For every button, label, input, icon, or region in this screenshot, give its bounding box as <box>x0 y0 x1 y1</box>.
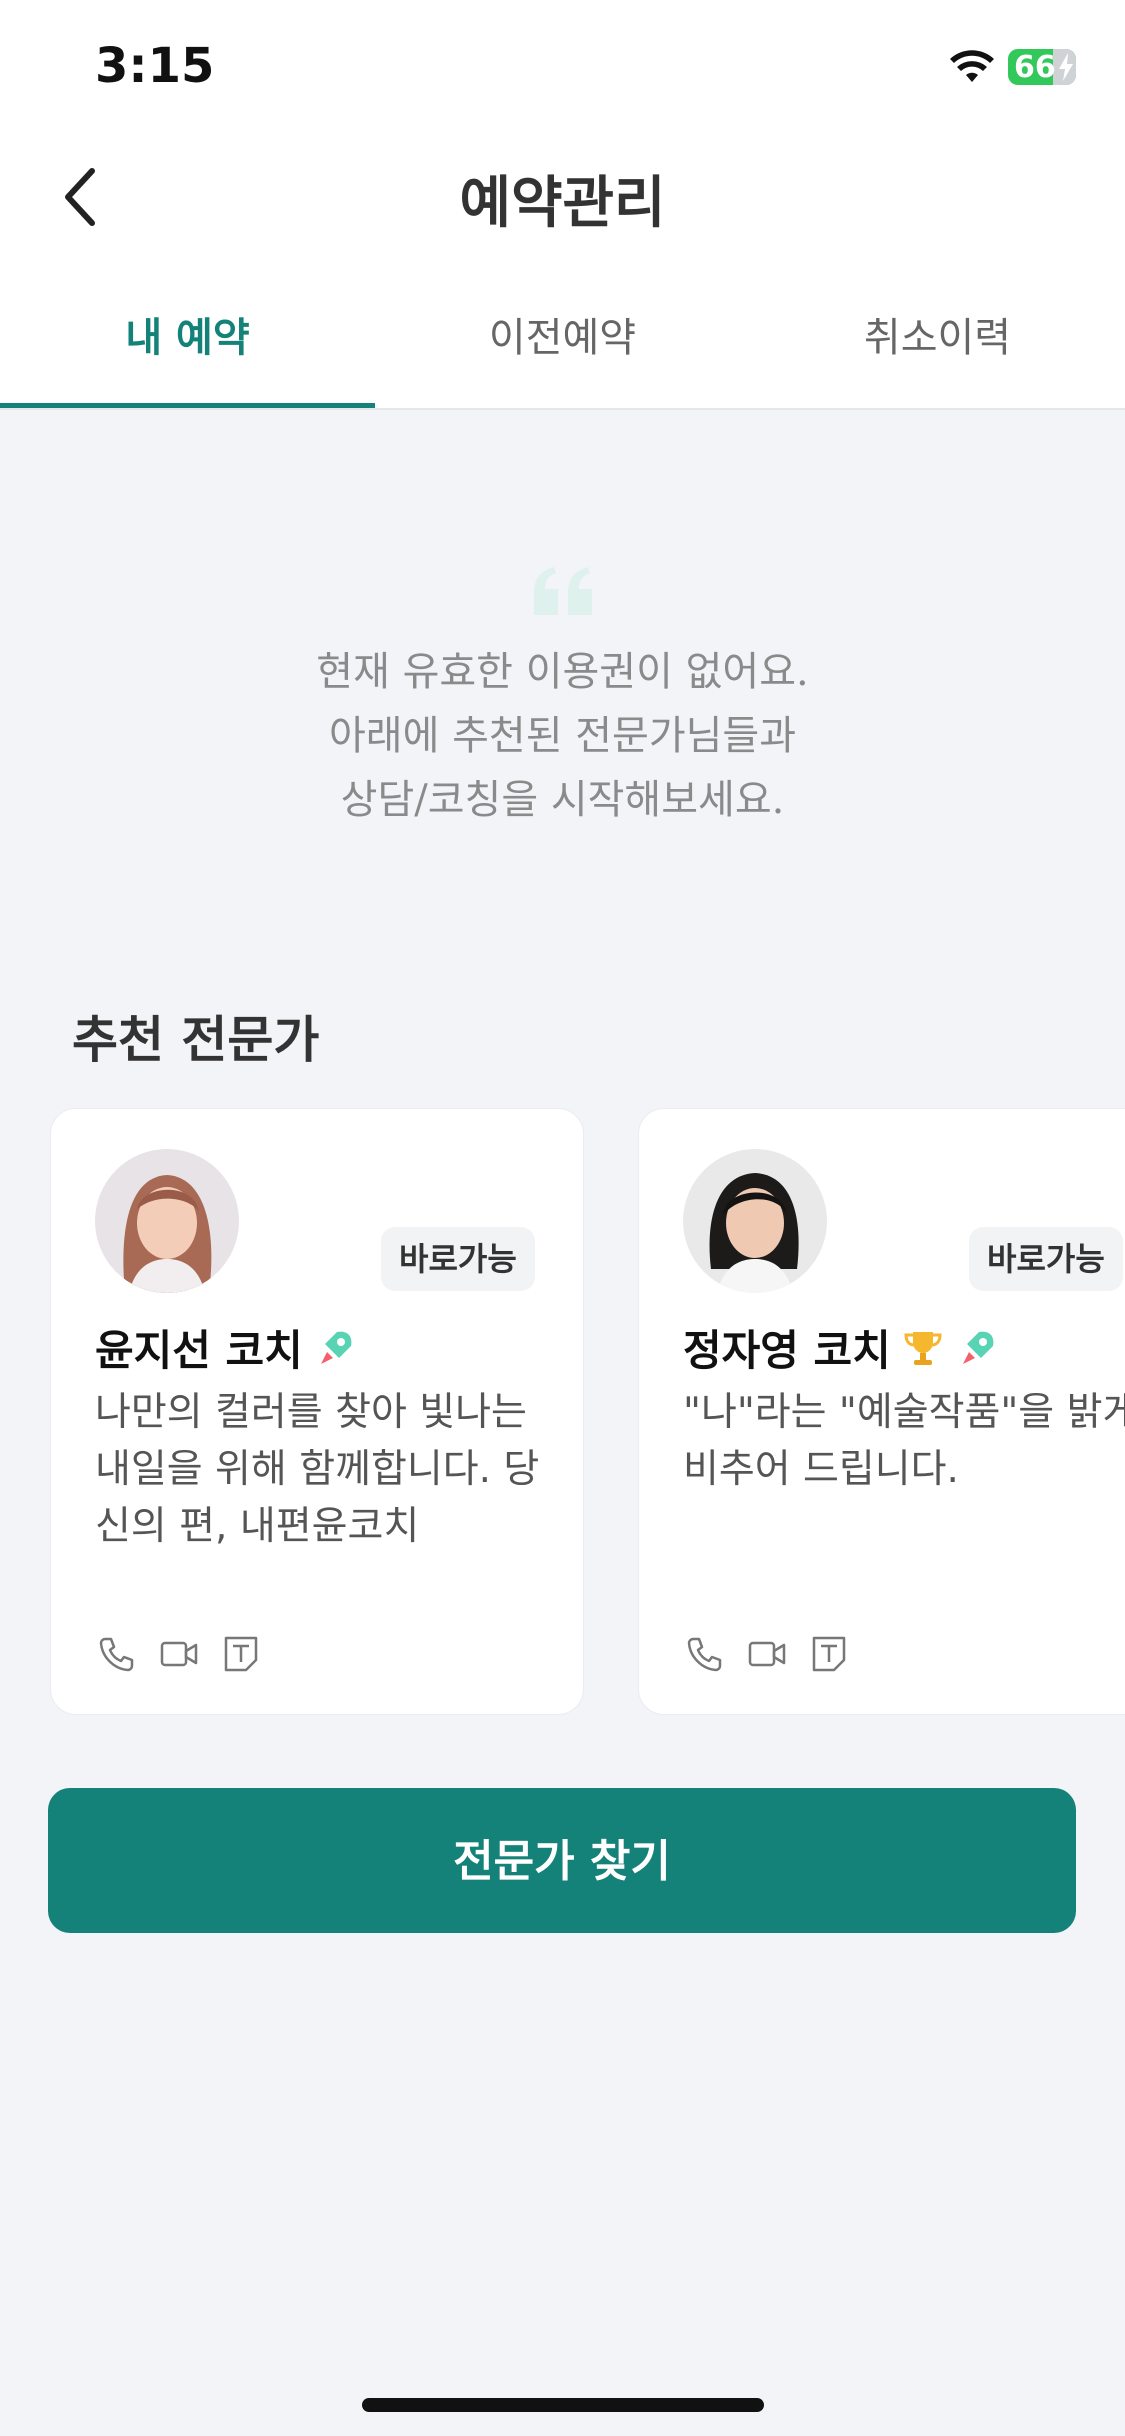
coach-name-row: 윤지선 코치 <box>95 1317 357 1378</box>
video-icon <box>748 1641 786 1667</box>
avatar <box>683 1149 827 1293</box>
empty-state-line: 현재 유효한 이용권이 없어요. <box>316 649 809 695</box>
tab-previous-reservations[interactable]: 이전예약 <box>375 305 750 363</box>
quote-icon <box>534 567 592 615</box>
empty-state-line: 상담/코칭을 시작해보세요. <box>340 777 785 823</box>
text-chat-icon <box>812 1636 846 1672</box>
coach-name-row: 정자영 코치 <box>683 1317 999 1378</box>
expert-card[interactable]: 바로가능 윤지선 코치 나만의 컬러를 찾아 빛나는 내일을 위해 함께합니다.… <box>50 1108 584 1715</box>
video-icon <box>160 1641 198 1667</box>
text-chat-icon <box>224 1636 258 1672</box>
coach-description: 나만의 컬러를 찾아 빛나는 내일을 위해 함께합니다. 당신의 편, 내편윤코… <box>95 1390 540 1549</box>
home-indicator[interactable] <box>362 2398 764 2412</box>
phone-icon <box>687 1637 722 1672</box>
expert-card[interactable]: 바로가능 정자영 코치 "나"라는 "예술작품"을 밝게 비추어 드립니다. <box>638 1108 1125 1715</box>
trophy-icon <box>904 1331 942 1365</box>
coach-description: "나"라는 "예술작품"을 밝게 비추어 드립니다. <box>683 1390 1125 1492</box>
wifi-icon <box>950 50 994 82</box>
page-title: 예약관리 <box>459 171 666 236</box>
rocket-icon <box>962 1331 994 1364</box>
find-expert-button[interactable]: 전문가 찾기 <box>48 1788 1076 1933</box>
battery-icon: 66 <box>1008 49 1076 85</box>
availability-badge: 바로가능 <box>969 1227 1123 1291</box>
coach-name: 윤지선 코치 <box>95 1326 303 1375</box>
tab-cancellation-history[interactable]: 취소이력 <box>750 305 1125 363</box>
empty-state-message: 현재 유효한 이용권이 없어요. 아래에 추천된 전문가님들과 상담/코칭을 시… <box>0 640 1125 832</box>
coach-name: 정자영 코치 <box>683 1326 891 1375</box>
availability-badge: 바로가능 <box>381 1227 535 1291</box>
tab-my-reservations[interactable]: 내 예약 <box>0 305 375 363</box>
section-title: 추천 전문가 <box>72 1011 320 1069</box>
rocket-icon <box>320 1331 352 1364</box>
contact-options <box>685 1634 849 1674</box>
status-time: 3:15 <box>95 38 215 94</box>
battery-level: 66 <box>1014 50 1056 85</box>
tab-divider <box>0 408 1125 410</box>
phone-icon <box>99 1637 134 1672</box>
empty-state-line: 아래에 추천된 전문가님들과 <box>328 713 797 759</box>
avatar <box>95 1149 239 1293</box>
contact-options <box>97 1634 261 1674</box>
